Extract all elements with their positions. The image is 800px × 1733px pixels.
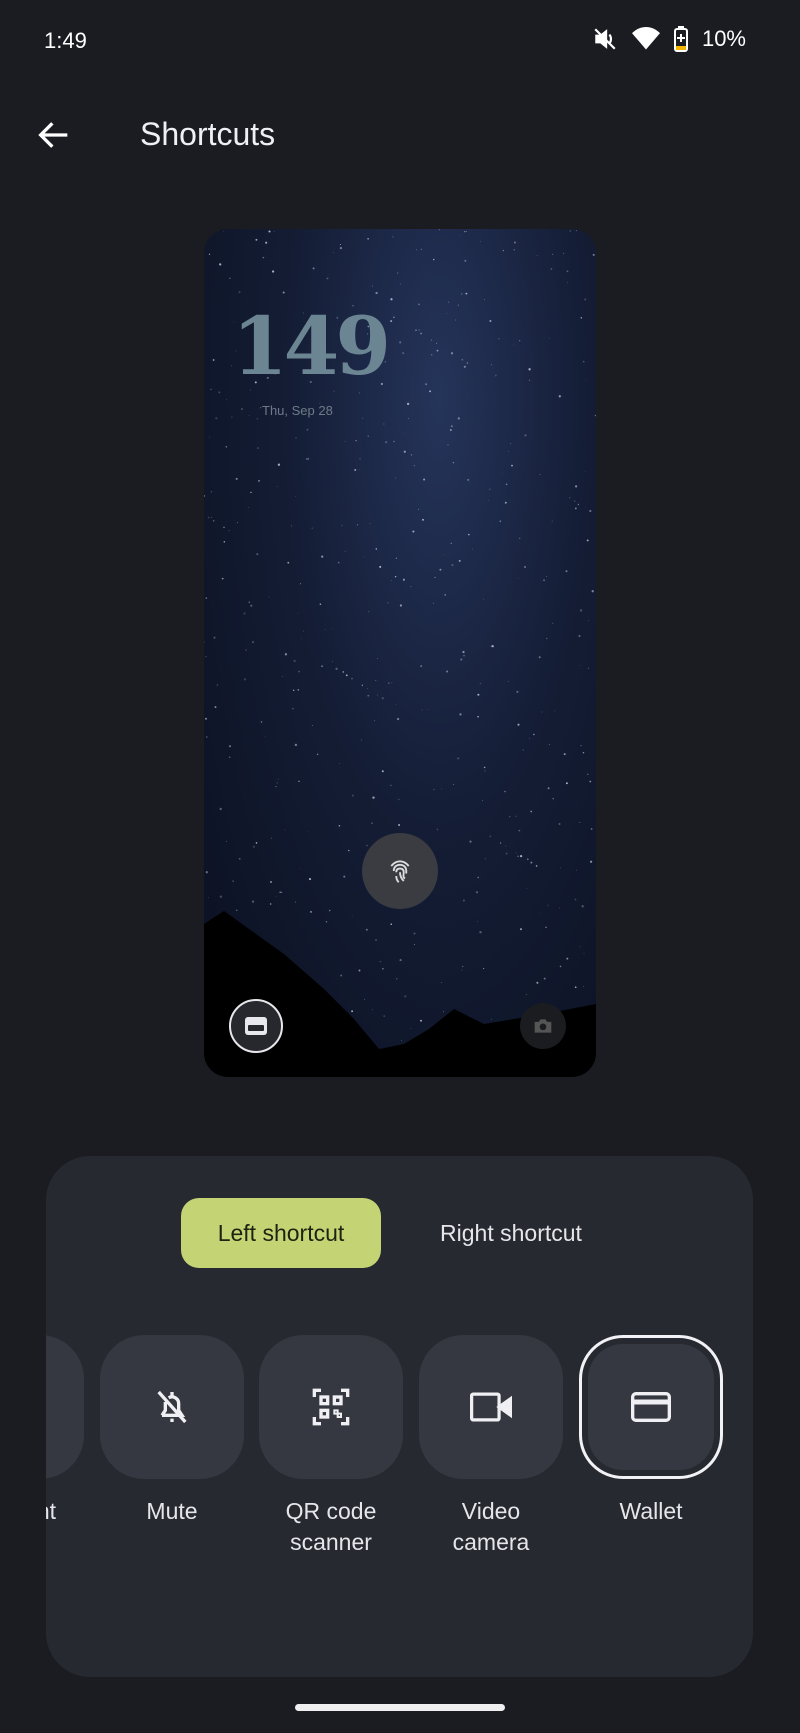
camera-icon (534, 1019, 552, 1033)
right-shortcut-preview (520, 1003, 566, 1049)
battery-charging-icon (673, 26, 688, 52)
lockscreen-preview: 149 Thu, Sep 28 (204, 229, 596, 1077)
fingerprint-icon (390, 860, 410, 883)
status-icons: 10% (592, 26, 746, 52)
bell-off-icon (157, 1390, 187, 1424)
label-line: QR code (285, 1498, 377, 1524)
shortcut-picker-panel: Left shortcut Right shortcut nt Mute QR … (46, 1156, 753, 1677)
shortcut-label: Wallet (619, 1498, 683, 1524)
home-gesture-bar[interactable] (295, 1704, 505, 1711)
wallet-icon (245, 1017, 267, 1035)
fingerprint-button (362, 833, 438, 909)
left-shortcut-preview (229, 999, 283, 1053)
label-line: Video (461, 1498, 521, 1524)
shortcut-label: QR code scanner (251, 1496, 411, 1558)
shortcut-option-wallet[interactable] (579, 1335, 723, 1479)
video-camera-icon (470, 1392, 512, 1422)
mute-icon (594, 28, 616, 50)
arrow-back-icon (38, 122, 68, 148)
back-button[interactable] (34, 115, 74, 155)
shortcut-label: nt (46, 1498, 56, 1524)
lockscreen-clock: 149 (232, 299, 391, 393)
battery-percent: 10% (701, 26, 746, 51)
label-line: camera (452, 1529, 530, 1555)
qr-code-scanner-icon (312, 1388, 350, 1426)
shortcut-option-mute[interactable] (100, 1335, 244, 1479)
page-title: Shortcuts (140, 116, 276, 152)
tab-left-shortcut[interactable]: Left shortcut (181, 1198, 381, 1268)
shortcut-option-partial[interactable] (46, 1335, 84, 1479)
shortcut-label: Mute (146, 1498, 198, 1524)
shortcut-option-qr-code-scanner[interactable] (259, 1335, 403, 1479)
lockscreen-date: Thu, Sep 28 (262, 403, 333, 418)
wifi-icon (631, 27, 660, 50)
shortcut-option-video-camera[interactable] (419, 1335, 563, 1479)
status-time: 1:49 (44, 28, 87, 53)
label-line: scanner (290, 1529, 372, 1555)
wallet-icon (631, 1392, 671, 1422)
shortcut-label: Video camera (411, 1496, 571, 1558)
tab-right-shortcut[interactable]: Right shortcut (386, 1198, 636, 1268)
